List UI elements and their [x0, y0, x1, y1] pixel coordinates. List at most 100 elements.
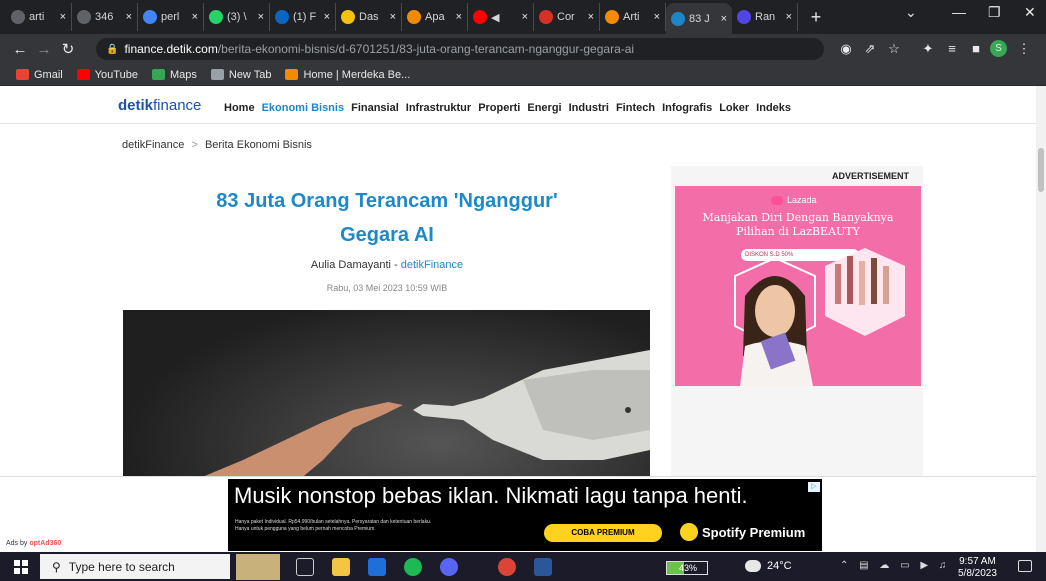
bookmark-item[interactable]: YouTube — [76, 68, 138, 81]
reading-list-icon[interactable]: ≡ — [944, 41, 960, 57]
lazada-ad-banner[interactable]: Lazada Manjakan Diri Dengan Banyaknya Pi… — [675, 186, 921, 386]
tab-close-icon[interactable]: × — [786, 11, 792, 23]
side-panel-icon[interactable]: ■ — [968, 41, 984, 57]
tab-favicon-icon — [209, 10, 223, 24]
tab-close-icon[interactable]: × — [588, 11, 594, 23]
web-page: detikfinance Home Ekonomi Bisnis Finansial… — [0, 86, 1036, 552]
site-menu-item[interactable]: Infrastruktur — [406, 102, 471, 114]
windows-start-icon[interactable] — [14, 560, 28, 574]
battery-indicator[interactable]: 43% — [666, 561, 708, 575]
breadcrumb: detikFinance > Berita Ekonomi Bisnis — [122, 139, 312, 151]
site-menu-item[interactable]: Energi — [527, 102, 561, 114]
search-highlight-image[interactable] — [236, 554, 280, 580]
task-view-icon[interactable] — [296, 558, 314, 576]
browser-tab[interactable]: 83 J × — [666, 3, 732, 34]
site-menu-item[interactable]: Indeks — [756, 102, 791, 114]
file-explorer-icon[interactable] — [332, 558, 350, 576]
menu-kebab-icon[interactable]: ⋮ — [1016, 41, 1032, 57]
site-menu-item[interactable]: Finansial — [351, 102, 399, 114]
browser-tab[interactable]: Arti × — [600, 3, 666, 31]
bookmark-item[interactable]: Maps — [151, 69, 197, 81]
browser-tab[interactable]: Das × — [336, 3, 402, 31]
bookmark-item[interactable]: Home | Merdeka Be... — [285, 69, 410, 81]
system-tray[interactable]: ⌃ ▤ ☁ ▭ ▶ ♫ — [840, 560, 950, 571]
taskbar-clock[interactable]: 9:57 AM 5/8/2023 — [958, 556, 997, 580]
microsoft-store-icon[interactable] — [368, 558, 386, 576]
source-link[interactable]: detikFinance — [401, 259, 463, 271]
tab-close-icon[interactable]: × — [192, 11, 198, 23]
google-lens-icon[interactable]: ◉ — [838, 41, 854, 57]
browser-tab[interactable]: Cor × — [534, 3, 600, 31]
try-premium-button[interactable]: COBA PREMIUM — [544, 524, 662, 542]
browser-tab[interactable]: Ran × — [732, 3, 798, 31]
weather-widget[interactable]: 24°C — [745, 560, 792, 572]
search-placeholder: Type here to search — [68, 559, 175, 574]
site-menu-item[interactable]: Properti — [478, 102, 520, 114]
bookmarks-bar: Gmail YouTube Maps New Tab Home | Merdeka Be… — [0, 64, 1046, 86]
detikfinance-logo[interactable]: detikfinance — [118, 97, 201, 114]
address-bar[interactable]: 🔒 finance.detik.com /berita-ekonomi-bisn… — [96, 38, 824, 60]
page-scrollbar[interactable] — [1036, 86, 1046, 552]
tab-favicon-icon — [473, 10, 487, 24]
bookmark-item[interactable]: Gmail — [16, 69, 63, 81]
bookmark-item[interactable]: New Tab — [210, 69, 271, 81]
battery-percent: 43% — [679, 563, 698, 573]
headline-line-1: 83 Juta Orang Terancam 'Nganggur' — [216, 190, 558, 212]
extensions-icon[interactable]: ✦ — [920, 41, 936, 57]
spotify-ad-banner[interactable]: Musik nonstop bebas iklan. Nikmati lagu … — [228, 479, 822, 551]
discord-icon[interactable] — [440, 558, 458, 576]
share-icon[interactable]: ⇗ — [862, 41, 878, 57]
browser-tab[interactable]: arti × — [6, 3, 72, 31]
bookmark-label: YouTube — [94, 68, 138, 81]
clock-time: 9:57 AM — [959, 556, 996, 567]
site-menu-item[interactable]: Ekonomi Bisnis — [262, 102, 345, 114]
tab-close-icon[interactable]: × — [721, 13, 727, 25]
back-icon[interactable]: ← — [8, 41, 32, 58]
clock-date: 5/8/2023 — [958, 568, 997, 579]
tabs: arti × 346 × perl × (3) \ × (1) F × Das × Apa × ◀ × Cor ×… — [0, 3, 798, 34]
tab-close-icon[interactable]: × — [390, 11, 396, 23]
tab-close-icon[interactable]: × — [258, 11, 264, 23]
tab-title: (3) \ — [227, 11, 247, 23]
browser-tab[interactable]: (1) F × — [270, 3, 336, 31]
tab-title: 346 — [95, 11, 114, 23]
site-menu-item[interactable]: Fintech — [616, 102, 655, 114]
site-menu-item[interactable]: Infografis — [662, 102, 712, 114]
breadcrumb-root-link[interactable]: detikFinance — [122, 139, 184, 151]
bookmark-icon — [151, 69, 165, 80]
browser-tab[interactable]: 346 × — [72, 3, 138, 31]
tab-close-icon[interactable]: × — [654, 11, 660, 23]
breadcrumb-current-link[interactable]: Berita Ekonomi Bisnis — [205, 139, 312, 151]
tab-close-icon[interactable]: × — [60, 11, 66, 23]
tab-close-icon[interactable]: × — [522, 11, 528, 23]
adchoices-icon[interactable]: ▷ — [808, 482, 820, 492]
browser-tab[interactable]: perl × — [138, 3, 204, 31]
restore-icon[interactable]: ❐ — [988, 4, 1001, 21]
browser-tab[interactable]: ◀ × — [468, 3, 534, 31]
reload-icon[interactable]: ↻ — [56, 40, 80, 58]
word-icon[interactable] — [534, 558, 552, 576]
tab-close-icon[interactable]: × — [456, 11, 462, 23]
close-window-icon[interactable]: ✕ — [1024, 4, 1036, 21]
tab-close-icon[interactable]: × — [126, 11, 132, 23]
chrome-icon[interactable] — [498, 558, 516, 576]
bookmark-star-icon[interactable]: ☆ — [886, 41, 902, 57]
ads-by-optad[interactable]: Ads by optAd360 — [6, 540, 61, 547]
forward-icon[interactable]: → — [32, 41, 56, 58]
spotify-app-icon[interactable] — [404, 558, 422, 576]
notification-icon[interactable] — [1018, 560, 1032, 572]
minimize-icon[interactable]: — — [952, 4, 966, 20]
profile-avatar[interactable]: S — [990, 40, 1007, 57]
tab-search-icon[interactable]: ⌄ — [905, 4, 917, 21]
tab-favicon-icon — [407, 10, 421, 24]
tab-favicon-icon — [77, 10, 91, 24]
taskbar-search-box[interactable]: ⚲ Type here to search — [40, 554, 230, 579]
browser-tab[interactable]: Apa × — [402, 3, 468, 31]
site-menu-item[interactable]: Loker — [719, 102, 749, 114]
site-menu-item[interactable]: Industri — [569, 102, 609, 114]
site-menu-item[interactable]: Home — [224, 102, 255, 114]
tab-close-icon[interactable]: × — [324, 11, 330, 23]
scrollbar-thumb[interactable] — [1038, 148, 1044, 192]
new-tab-button[interactable]: + — [802, 7, 830, 28]
browser-tab[interactable]: (3) \ × — [204, 3, 270, 31]
